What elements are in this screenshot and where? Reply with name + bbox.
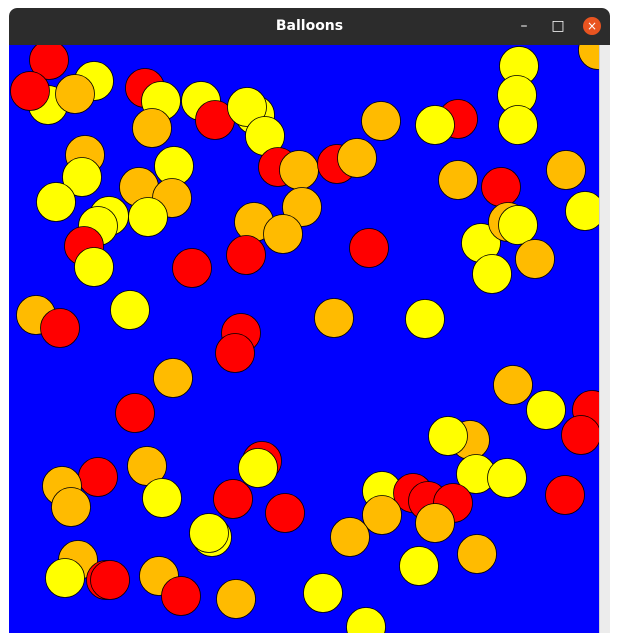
balloon[interactable] — [498, 105, 538, 145]
balloon[interactable] — [263, 214, 303, 254]
balloon[interactable] — [51, 487, 91, 527]
balloon[interactable] — [74, 247, 114, 287]
balloon[interactable] — [515, 239, 555, 279]
balloon[interactable] — [238, 448, 278, 488]
balloon[interactable] — [361, 101, 401, 141]
balloon[interactable] — [90, 560, 130, 600]
balloon[interactable] — [161, 576, 201, 616]
balloon[interactable] — [487, 458, 527, 498]
maximize-button[interactable]: □ — [548, 16, 568, 36]
balloon[interactable] — [55, 74, 95, 114]
balloon[interactable] — [399, 546, 439, 586]
balloon[interactable] — [142, 478, 182, 518]
balloon[interactable] — [330, 517, 370, 557]
app-window: Balloons – □ × — [9, 8, 610, 633]
window-edge — [599, 45, 610, 633]
balloon[interactable] — [132, 108, 172, 148]
balloon[interactable] — [110, 290, 150, 330]
balloon[interactable] — [172, 248, 212, 288]
balloon[interactable] — [265, 493, 305, 533]
balloon[interactable] — [36, 182, 76, 222]
balloon[interactable] — [128, 197, 168, 237]
balloon[interactable] — [472, 254, 512, 294]
balloon[interactable] — [40, 308, 80, 348]
title-bar[interactable]: Balloons – □ × — [9, 8, 610, 45]
balloon[interactable] — [349, 228, 389, 268]
balloon[interactable] — [545, 475, 585, 515]
balloon[interactable] — [10, 71, 50, 111]
balloon[interactable] — [546, 150, 586, 190]
balloon[interactable] — [279, 150, 319, 190]
balloon[interactable] — [337, 138, 377, 178]
balloon[interactable] — [189, 513, 229, 553]
balloon[interactable] — [561, 415, 600, 455]
balloon[interactable] — [493, 365, 533, 405]
balloon[interactable] — [115, 393, 155, 433]
balloon[interactable] — [438, 160, 478, 200]
minimize-button[interactable]: – — [514, 16, 534, 36]
balloon[interactable] — [457, 534, 497, 574]
balloon[interactable] — [415, 105, 455, 145]
balloon[interactable] — [153, 358, 193, 398]
balloon[interactable] — [216, 579, 256, 619]
balloon-drawing — [9, 45, 599, 633]
balloon[interactable] — [405, 299, 445, 339]
balloon[interactable] — [78, 457, 118, 497]
balloon[interactable] — [303, 573, 343, 613]
balloon[interactable] — [498, 205, 538, 245]
balloon-canvas[interactable] — [9, 45, 599, 633]
balloon[interactable] — [226, 235, 266, 275]
balloon[interactable] — [526, 390, 566, 430]
balloon[interactable] — [314, 298, 354, 338]
balloon[interactable] — [415, 503, 455, 543]
balloon[interactable] — [362, 495, 402, 535]
balloon[interactable] — [428, 416, 468, 456]
balloon[interactable] — [213, 479, 253, 519]
balloon[interactable] — [215, 333, 255, 373]
balloon[interactable] — [481, 167, 521, 207]
balloon[interactable] — [565, 191, 600, 231]
balloon[interactable] — [45, 558, 85, 598]
close-button[interactable]: × — [583, 17, 601, 35]
